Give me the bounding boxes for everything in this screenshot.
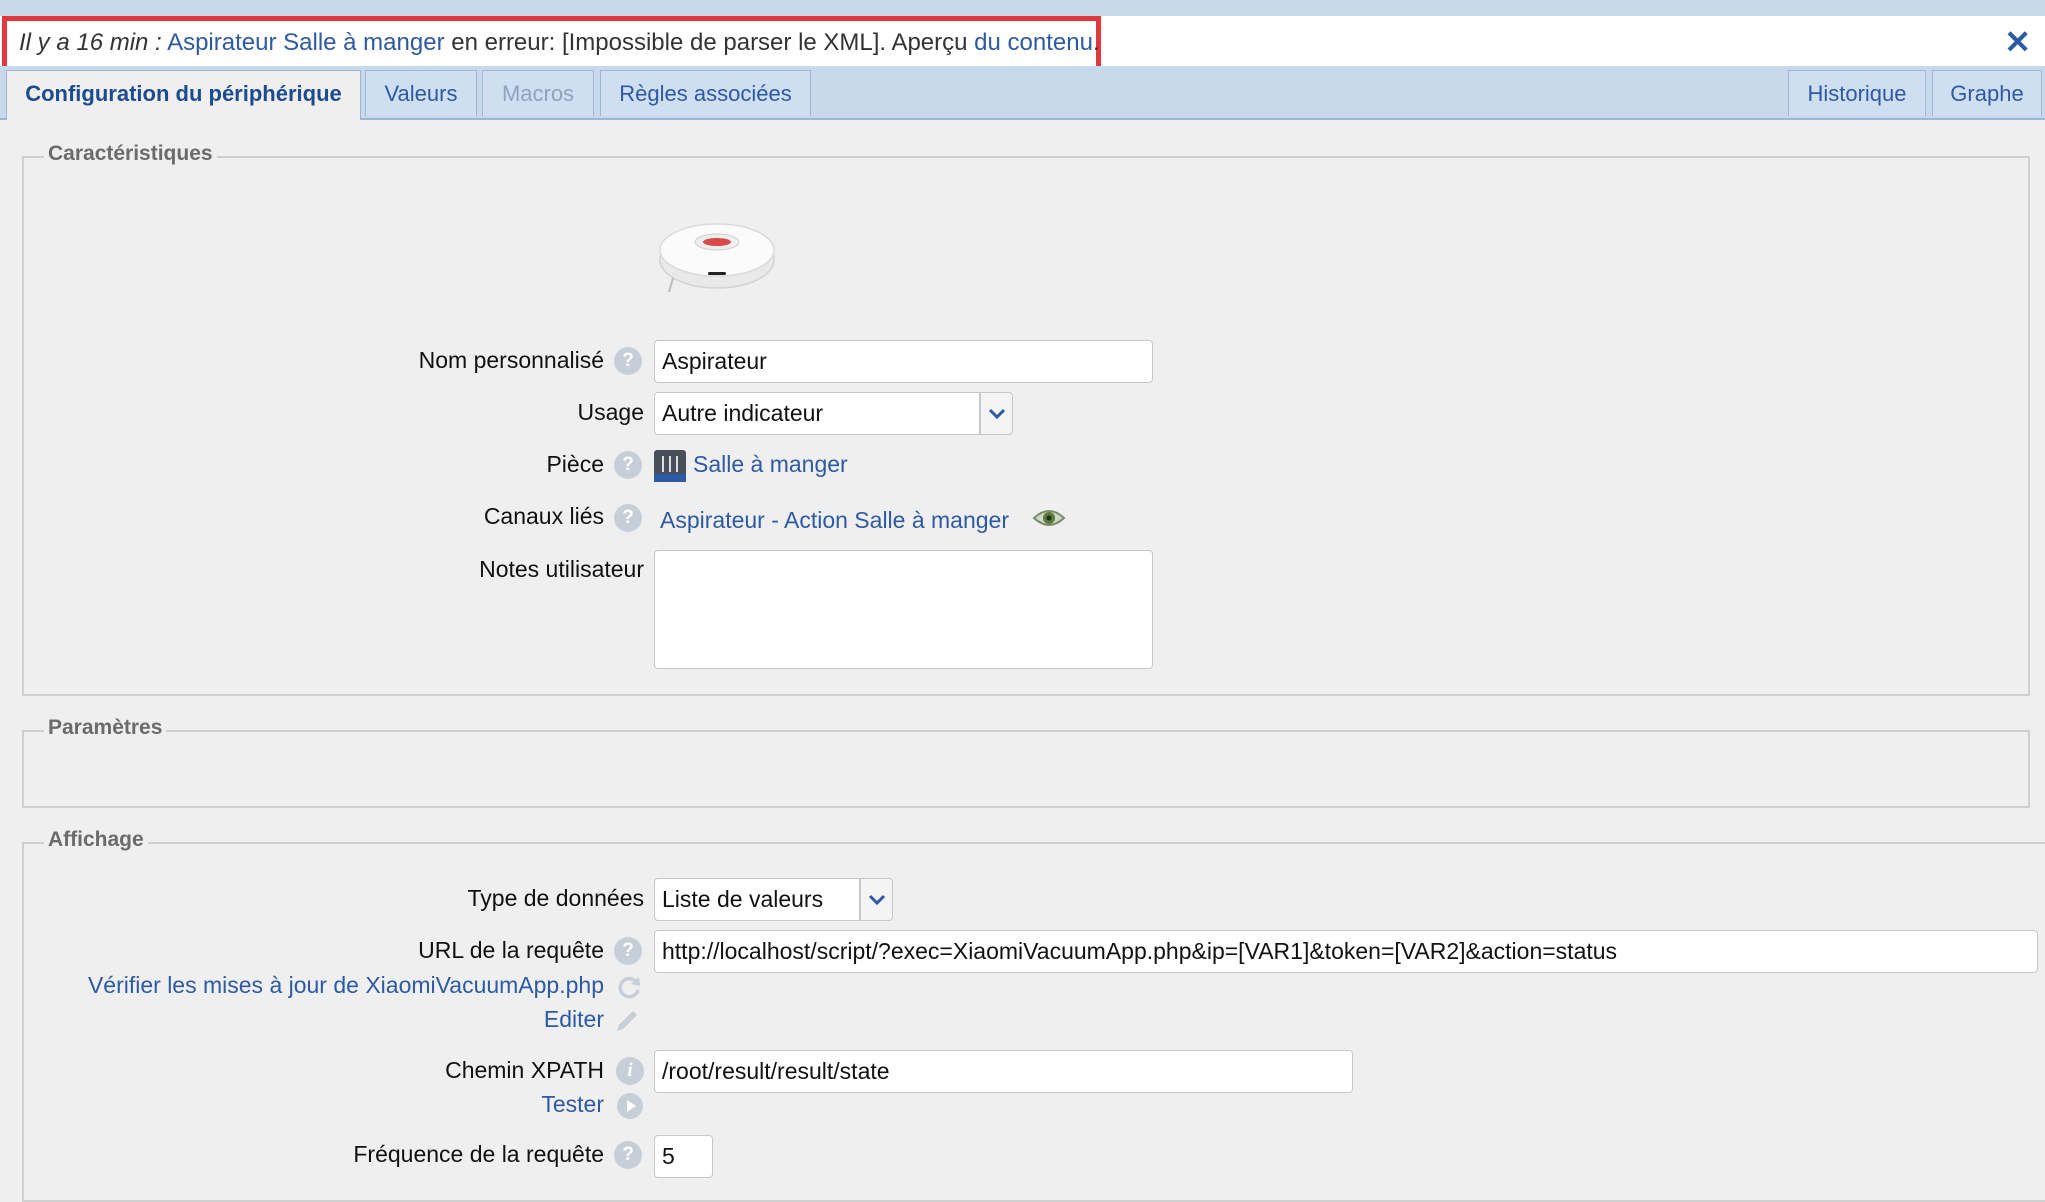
close-icon[interactable]: ✕ bbox=[2004, 23, 2031, 61]
help-icon[interactable]: ? bbox=[614, 451, 642, 479]
test-link[interactable]: Tester bbox=[541, 1091, 604, 1118]
error-message: Il y a 16 min : Aspirateur Salle à mange… bbox=[2, 16, 1101, 72]
linked-channels-label: Canaux liés bbox=[483, 503, 604, 529]
request-url-label: URL de la requête bbox=[418, 937, 604, 963]
error-time: Il y a 16 min : bbox=[19, 29, 162, 56]
user-notes-label: Notes utilisateur bbox=[479, 556, 644, 582]
error-device-link[interactable]: Aspirateur Salle à manger bbox=[167, 29, 444, 56]
tab-history[interactable]: Historique bbox=[1788, 70, 1926, 116]
robot-vacuum-icon bbox=[659, 223, 775, 293]
error-text: en erreur: [Impossible de parser le XML]… bbox=[451, 29, 968, 56]
usage-label: Usage bbox=[577, 399, 644, 425]
error-period: . bbox=[1092, 29, 1100, 56]
eye-icon[interactable] bbox=[1032, 506, 1066, 530]
usage-dropdown-button[interactable] bbox=[980, 392, 1013, 435]
help-icon[interactable]: ? bbox=[614, 937, 642, 965]
room-label: Pièce bbox=[546, 451, 604, 477]
info-icon[interactable]: i bbox=[616, 1057, 644, 1085]
tab-values[interactable]: Valeurs bbox=[365, 70, 477, 116]
display-legend: Affichage bbox=[44, 828, 148, 852]
error-content-link[interactable]: du contenu bbox=[974, 29, 1093, 56]
chevron-down-icon bbox=[868, 894, 885, 906]
characteristics-legend: Caractéristiques bbox=[44, 142, 217, 166]
parameters-legend: Paramètres bbox=[44, 716, 167, 740]
tab-device-configuration[interactable]: Configuration du périphérique bbox=[6, 70, 361, 120]
tab-bar: Configuration du périphérique Valeurs Ma… bbox=[0, 66, 2045, 120]
display-fieldset: Affichage bbox=[22, 828, 2045, 1202]
usage-select[interactable]: Autre indicateur bbox=[654, 392, 980, 435]
request-url-input[interactable]: http://localhost/script/?exec=XiaomiVacu… bbox=[654, 930, 2038, 973]
xpath-input[interactable]: /root/result/result/state bbox=[654, 1050, 1353, 1093]
parameters-fieldset: Paramètres bbox=[22, 716, 2030, 808]
help-icon[interactable]: ? bbox=[614, 347, 642, 375]
help-icon[interactable]: ? bbox=[614, 504, 642, 532]
pencil-icon[interactable] bbox=[614, 1006, 642, 1034]
refresh-icon[interactable] bbox=[616, 974, 642, 1000]
data-type-select[interactable]: Liste de valeurs bbox=[654, 878, 860, 921]
request-frequency-label: Fréquence de la requête bbox=[353, 1141, 604, 1167]
chevron-down-icon bbox=[988, 408, 1005, 420]
dining-room-icon bbox=[654, 450, 686, 482]
tab-associated-rules[interactable]: Règles associées bbox=[600, 70, 811, 116]
request-frequency-input[interactable]: 5 bbox=[654, 1135, 713, 1178]
xpath-label: Chemin XPATH bbox=[445, 1057, 604, 1083]
data-type-label: Type de données bbox=[467, 885, 644, 911]
edit-link[interactable]: Editer bbox=[544, 1006, 604, 1033]
check-updates-link[interactable]: Vérifier les mises à jour de XiaomiVacuu… bbox=[88, 972, 604, 999]
room-link[interactable]: Salle à manger bbox=[693, 451, 848, 478]
help-icon[interactable]: ? bbox=[614, 1141, 642, 1169]
tab-macros: Macros bbox=[482, 70, 594, 116]
data-type-dropdown-button[interactable] bbox=[860, 878, 893, 921]
linked-channel-link[interactable]: Aspirateur - Action Salle à manger bbox=[660, 507, 1009, 534]
custom-name-label: Nom personnalisé bbox=[418, 347, 604, 373]
tab-graph[interactable]: Graphe bbox=[1932, 70, 2042, 116]
top-strip bbox=[0, 0, 2045, 16]
play-icon[interactable] bbox=[616, 1092, 644, 1120]
custom-name-input[interactable]: Aspirateur bbox=[654, 340, 1153, 383]
user-notes-textarea[interactable] bbox=[654, 550, 1153, 669]
